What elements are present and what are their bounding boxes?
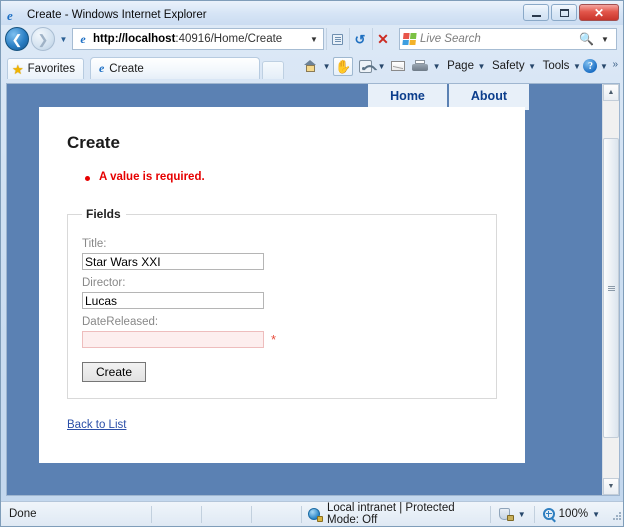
hand-icon[interactable]: ✋ bbox=[333, 56, 354, 76]
fieldset-legend: Fields bbox=[86, 207, 121, 221]
star-icon: ★ bbox=[12, 61, 24, 77]
minimize-button[interactable] bbox=[523, 4, 549, 21]
status-bar: Done Local intranet | Protected Mode: Of… bbox=[1, 501, 623, 526]
fields-fieldset: Fields Title: Director: DateReleased: bbox=[67, 207, 497, 399]
page-title: Create bbox=[67, 133, 120, 152]
stop-button[interactable]: ✕ bbox=[372, 28, 393, 50]
director-label: Director: bbox=[82, 277, 126, 289]
close-icon: ✕ bbox=[593, 5, 605, 20]
tools-menu-button[interactable]: Tools bbox=[539, 60, 571, 72]
tab-strip: e Create bbox=[89, 57, 284, 79]
search-icon: 🔍 bbox=[579, 32, 594, 46]
security-zone-text: Local intranet | Protected Mode: Off bbox=[327, 502, 455, 526]
chevron-down-icon[interactable]: ▼ bbox=[518, 510, 526, 519]
zoom-level-text: 100% bbox=[558, 508, 589, 520]
browser-window: e Create - Windows Internet Explorer ✕ ❮… bbox=[0, 0, 624, 527]
close-icon: ✕ bbox=[377, 31, 389, 47]
window-controls: ✕ bbox=[523, 4, 619, 21]
create-button[interactable]: Create bbox=[82, 362, 147, 382]
safety-menu-button[interactable]: Safety bbox=[488, 60, 526, 72]
zoom-control[interactable]: 100% ▼ bbox=[533, 505, 606, 523]
refresh-button[interactable]: ↺ bbox=[349, 28, 370, 50]
status-cell bbox=[251, 505, 301, 523]
director-input[interactable] bbox=[82, 292, 264, 309]
search-input[interactable]: Live Search 🔍 ▼ bbox=[399, 28, 617, 50]
favorites-label: Favorites bbox=[27, 63, 75, 75]
chevron-down-icon[interactable]: ▼ bbox=[377, 62, 386, 71]
resize-grip[interactable] bbox=[608, 507, 622, 521]
validation-summary: A value is required. bbox=[85, 171, 497, 183]
globe-icon bbox=[308, 507, 323, 522]
grip-icon bbox=[607, 285, 615, 292]
chevron-down-icon[interactable]: ▼ bbox=[597, 35, 613, 44]
rss-icon[interactable] bbox=[355, 57, 375, 76]
chevron-down-icon[interactable]: ▼ bbox=[528, 62, 537, 71]
browser-viewport: Home About Create A value is required. F… bbox=[6, 83, 620, 496]
favorites-button[interactable]: ★ Favorites bbox=[7, 58, 84, 79]
chevron-down-icon[interactable]: ▼ bbox=[306, 35, 322, 44]
compatibility-view-button[interactable] bbox=[326, 28, 347, 50]
chevron-down-icon[interactable]: ▼ bbox=[477, 62, 486, 71]
datereleased-input[interactable] bbox=[82, 331, 264, 348]
compatibility-icon bbox=[331, 33, 343, 45]
chevron-down-icon[interactable]: ▼ bbox=[572, 62, 581, 71]
back-to-list-link[interactable]: Back to List bbox=[67, 419, 126, 431]
scroll-down-button[interactable]: ▼ bbox=[603, 478, 619, 495]
title-label: Title: bbox=[82, 238, 107, 250]
datereleased-label: DateReleased: bbox=[82, 316, 159, 328]
refresh-icon: ↺ bbox=[354, 31, 366, 47]
command-row: ★ Favorites e Create ▼ ✋ ▼ ▼ Page ▼ Safe… bbox=[1, 53, 623, 79]
tab-label: Create bbox=[109, 62, 144, 75]
content-container: Create A value is required. Fields Title… bbox=[39, 107, 525, 463]
security-zone[interactable]: Local intranet | Protected Mode: Off bbox=[301, 502, 490, 526]
status-cell bbox=[201, 505, 251, 523]
title-bar: e Create - Windows Internet Explorer ✕ bbox=[1, 1, 623, 25]
back-button[interactable]: ❮ bbox=[5, 27, 29, 51]
tab-create[interactable]: e Create bbox=[89, 57, 260, 79]
printer-icon[interactable] bbox=[410, 57, 430, 76]
ie-icon: e bbox=[98, 61, 105, 75]
window-title: Create - Windows Internet Explorer bbox=[27, 9, 207, 21]
status-text: Done bbox=[9, 508, 37, 520]
ie-favicon: e bbox=[80, 31, 86, 46]
history-dropdown-icon[interactable]: ▼ bbox=[57, 35, 70, 44]
overflow-icon[interactable]: » bbox=[610, 59, 621, 74]
home-icon[interactable] bbox=[300, 57, 320, 76]
minimize-icon bbox=[531, 14, 541, 17]
help-icon[interactable]: ? bbox=[583, 59, 598, 73]
command-bar: ▼ ✋ ▼ ▼ Page ▼ Safety ▼ Tools ▼ ? ▼ » bbox=[300, 55, 621, 77]
address-url-text: http://localhost:40916/Home/Create bbox=[93, 33, 283, 45]
required-asterisk: * bbox=[271, 332, 277, 347]
close-button[interactable]: ✕ bbox=[579, 4, 619, 21]
vertical-scrollbar[interactable]: ▲ ▼ bbox=[602, 84, 619, 495]
search-placeholder-text: Live Search bbox=[420, 33, 481, 45]
shield-icon bbox=[498, 507, 514, 521]
title-input[interactable] bbox=[82, 253, 264, 270]
mail-icon[interactable] bbox=[388, 57, 408, 76]
page-menu-button[interactable]: Page bbox=[443, 60, 475, 72]
validation-message: A value is required. bbox=[85, 171, 497, 183]
scrollbar-thumb[interactable] bbox=[603, 138, 619, 438]
chevron-down-icon[interactable]: ▼ bbox=[322, 62, 331, 71]
maximize-button[interactable] bbox=[551, 4, 577, 21]
chevron-down-icon[interactable]: ▼ bbox=[599, 62, 608, 71]
ie-icon: e bbox=[7, 7, 13, 23]
scroll-up-button[interactable]: ▲ bbox=[603, 84, 619, 101]
zoom-icon bbox=[542, 508, 555, 520]
maximize-icon bbox=[559, 8, 569, 17]
chevron-down-icon[interactable]: ▼ bbox=[432, 62, 441, 71]
status-cell bbox=[151, 505, 201, 523]
chevron-down-icon[interactable]: ▼ bbox=[592, 510, 600, 519]
web-page: Home About Create A value is required. F… bbox=[7, 84, 604, 495]
chevron-up-icon: ▲ bbox=[607, 89, 615, 96]
forward-button[interactable]: ❯ bbox=[31, 27, 55, 51]
search-submit[interactable]: 🔍 ▼ bbox=[579, 32, 614, 46]
privacy-settings-button[interactable]: ▼ bbox=[489, 505, 534, 523]
address-input[interactable]: e http://localhost:40916/Home/Create ▼ bbox=[72, 28, 324, 50]
new-tab-button[interactable] bbox=[261, 61, 284, 79]
chevron-down-icon: ▼ bbox=[607, 483, 615, 490]
address-bar-row: ❮ ❯ ▼ e http://localhost:40916/Home/Crea… bbox=[1, 25, 623, 53]
live-search-icon bbox=[402, 33, 417, 45]
